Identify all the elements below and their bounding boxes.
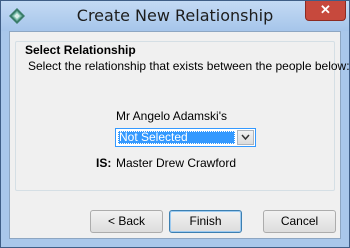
- instruction-text: Select the relationship that exists betw…: [28, 59, 350, 73]
- chevron-down-icon: [241, 134, 250, 141]
- relationship-select[interactable]: Not Selected: [115, 128, 256, 147]
- close-button[interactable]: ✕: [305, 1, 346, 21]
- groupbox-title: Select Relationship: [23, 43, 138, 57]
- dialog-content: Select Relationship Select the relations…: [9, 31, 350, 239]
- title-bar[interactable]: Create New Relationship ✕: [1, 1, 349, 31]
- person-one-label: Mr Angelo Adamski's: [116, 109, 228, 123]
- cancel-button[interactable]: Cancel: [263, 210, 336, 233]
- dropdown-arrow-button[interactable]: [237, 130, 254, 145]
- back-button[interactable]: < Back: [90, 210, 163, 233]
- is-label: IS:: [96, 156, 112, 170]
- finish-button[interactable]: Finish: [169, 210, 242, 233]
- relationship-select-value[interactable]: Not Selected: [118, 131, 235, 144]
- relationship-groupbox: Select Relationship Select the relations…: [15, 41, 350, 191]
- dialog-window: Create New Relationship ✕ Select Relatio…: [0, 0, 350, 248]
- window-title: Create New Relationship: [76, 6, 274, 25]
- person-two-label: Master Drew Crawford: [116, 156, 237, 170]
- close-icon: ✕: [320, 2, 331, 17]
